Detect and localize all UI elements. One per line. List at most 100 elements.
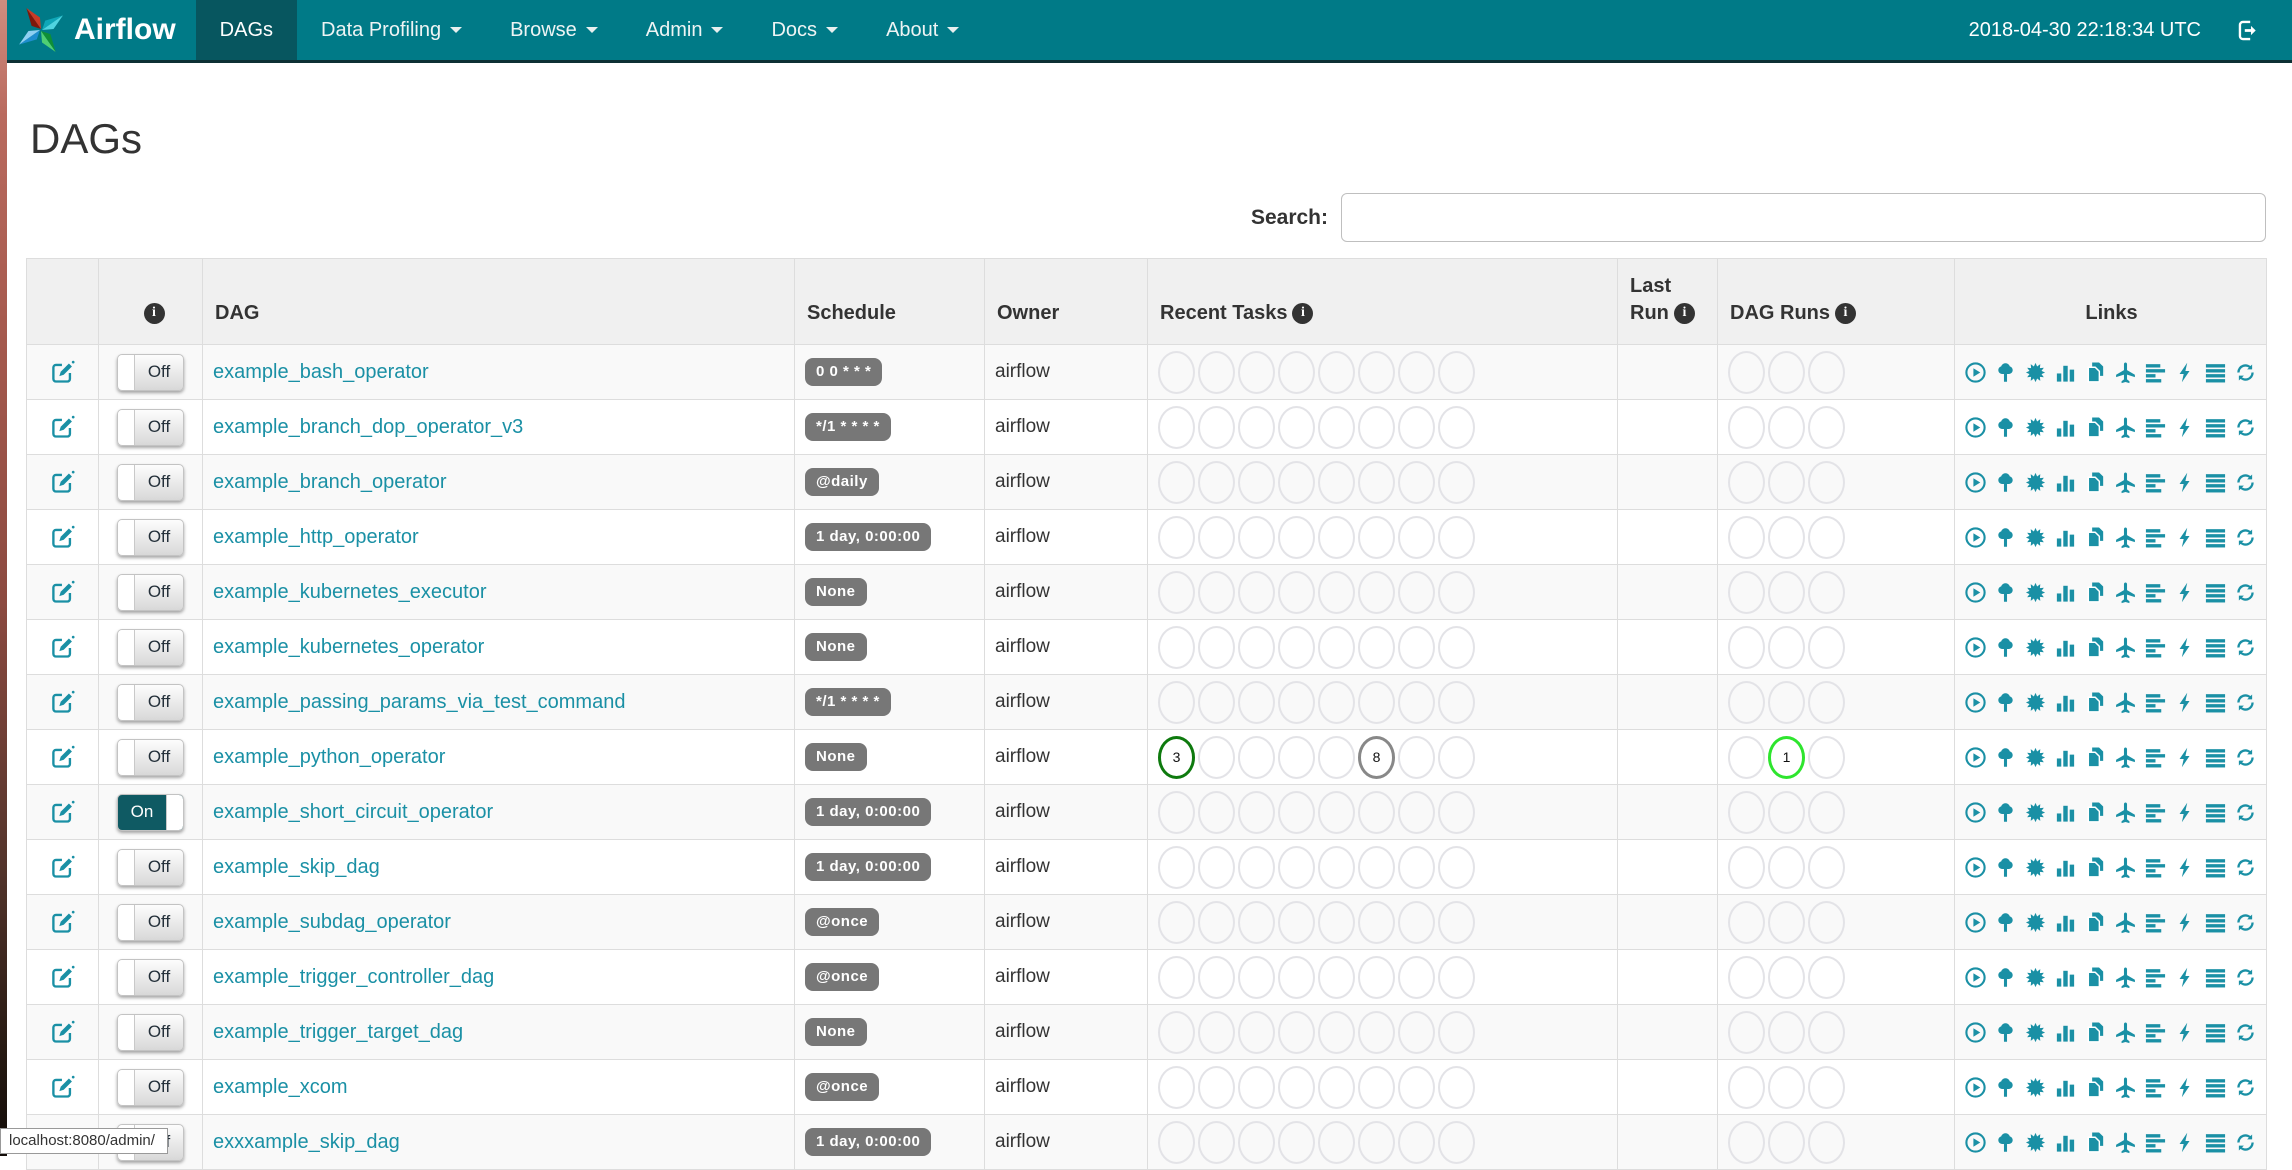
schedule-badge[interactable]: 1 day, 0:00:00 [805, 853, 931, 881]
edit-dag-icon[interactable] [49, 1076, 76, 1097]
trigger-dag-icon[interactable] [1964, 581, 1987, 604]
task-duration-icon[interactable] [2054, 856, 2077, 879]
task-duration-icon[interactable] [2054, 746, 2077, 769]
task-tries-icon[interactable] [2084, 526, 2107, 549]
gantt-icon[interactable] [2144, 856, 2167, 879]
task-tries-icon[interactable] [2084, 416, 2107, 439]
task-duration-icon[interactable] [2054, 801, 2077, 824]
refresh-icon[interactable] [2234, 1021, 2257, 1044]
schedule-badge[interactable]: @once [805, 963, 879, 991]
schedule-badge[interactable]: 0 0 * * * [805, 358, 882, 386]
refresh-icon[interactable] [2234, 1131, 2257, 1154]
gantt-icon[interactable] [2144, 581, 2167, 604]
refresh-icon[interactable] [2234, 1076, 2257, 1099]
code-view-icon[interactable] [2174, 1021, 2197, 1044]
schedule-badge[interactable]: @daily [805, 468, 879, 496]
dag-link[interactable]: example_branch_operator [213, 471, 447, 493]
logs-icon[interactable] [2204, 911, 2227, 934]
gantt-icon[interactable] [2144, 1021, 2167, 1044]
edit-dag-icon[interactable] [49, 526, 76, 547]
gantt-icon[interactable] [2144, 471, 2167, 494]
task-duration-icon[interactable] [2054, 966, 2077, 989]
logs-icon[interactable] [2204, 526, 2227, 549]
recent-task-count-circle[interactable]: 3 [1158, 736, 1195, 779]
task-tries-icon[interactable] [2084, 691, 2107, 714]
task-duration-icon[interactable] [2054, 471, 2077, 494]
trigger-dag-icon[interactable] [1964, 416, 1987, 439]
landing-times-icon[interactable] [2114, 966, 2137, 989]
task-tries-icon[interactable] [2084, 581, 2107, 604]
code-view-icon[interactable] [2174, 1076, 2197, 1099]
tree-view-icon[interactable] [1994, 746, 2017, 769]
graph-view-icon[interactable] [2024, 746, 2047, 769]
tree-view-icon[interactable] [1994, 801, 2017, 824]
logs-icon[interactable] [2204, 361, 2227, 384]
landing-times-icon[interactable] [2114, 581, 2137, 604]
dag-link[interactable]: example_subdag_operator [213, 911, 451, 933]
dag-pause-toggle[interactable]: Off [117, 684, 184, 721]
tree-view-icon[interactable] [1994, 911, 2017, 934]
dag-pause-toggle[interactable]: Off [117, 1069, 184, 1106]
gantt-icon[interactable] [2144, 636, 2167, 659]
code-view-icon[interactable] [2174, 856, 2197, 879]
landing-times-icon[interactable] [2114, 911, 2137, 934]
recent-task-count-circle[interactable]: 8 [1358, 736, 1395, 779]
nav-item-about[interactable]: About [862, 0, 983, 60]
code-view-icon[interactable] [2174, 746, 2197, 769]
gantt-icon[interactable] [2144, 746, 2167, 769]
gantt-icon[interactable] [2144, 361, 2167, 384]
logs-icon[interactable] [2204, 966, 2227, 989]
schedule-badge[interactable]: None [805, 578, 867, 606]
task-duration-icon[interactable] [2054, 691, 2077, 714]
refresh-icon[interactable] [2234, 691, 2257, 714]
refresh-icon[interactable] [2234, 801, 2257, 824]
dag-pause-toggle[interactable]: Off [117, 574, 184, 611]
dag-pause-toggle[interactable]: On [117, 794, 184, 831]
logs-icon[interactable] [2204, 1021, 2227, 1044]
task-duration-icon[interactable] [2054, 581, 2077, 604]
logs-icon[interactable] [2204, 1076, 2227, 1099]
task-duration-icon[interactable] [2054, 416, 2077, 439]
landing-times-icon[interactable] [2114, 746, 2137, 769]
task-duration-icon[interactable] [2054, 526, 2077, 549]
code-view-icon[interactable] [2174, 526, 2197, 549]
schedule-badge[interactable]: None [805, 743, 867, 771]
task-tries-icon[interactable] [2084, 911, 2107, 934]
landing-times-icon[interactable] [2114, 471, 2137, 494]
tree-view-icon[interactable] [1994, 416, 2017, 439]
code-view-icon[interactable] [2174, 911, 2197, 934]
graph-view-icon[interactable] [2024, 801, 2047, 824]
code-view-icon[interactable] [2174, 801, 2197, 824]
dag-link[interactable]: example_passing_params_via_test_command [213, 691, 625, 713]
dag-link[interactable]: example_skip_dag [213, 856, 380, 878]
code-view-icon[interactable] [2174, 581, 2197, 604]
refresh-icon[interactable] [2234, 581, 2257, 604]
edit-dag-icon[interactable] [49, 966, 76, 987]
logs-icon[interactable] [2204, 581, 2227, 604]
trigger-dag-icon[interactable] [1964, 636, 1987, 659]
logs-icon[interactable] [2204, 1131, 2227, 1154]
graph-view-icon[interactable] [2024, 1076, 2047, 1099]
task-duration-icon[interactable] [2054, 1021, 2077, 1044]
dag-link[interactable]: example_trigger_target_dag [213, 1021, 463, 1043]
nav-item-admin[interactable]: Admin [622, 0, 748, 60]
edit-dag-icon[interactable] [49, 856, 76, 877]
schedule-badge[interactable]: @once [805, 1073, 879, 1101]
trigger-dag-icon[interactable] [1964, 911, 1987, 934]
edit-dag-icon[interactable] [49, 416, 76, 437]
gantt-icon[interactable] [2144, 911, 2167, 934]
task-tries-icon[interactable] [2084, 471, 2107, 494]
graph-view-icon[interactable] [2024, 416, 2047, 439]
tree-view-icon[interactable] [1994, 636, 2017, 659]
edit-dag-icon[interactable] [49, 911, 76, 932]
nav-item-browse[interactable]: Browse [486, 0, 622, 60]
gantt-icon[interactable] [2144, 801, 2167, 824]
edit-dag-icon[interactable] [49, 1021, 76, 1042]
dag-pause-toggle[interactable]: Off [117, 464, 184, 501]
task-duration-icon[interactable] [2054, 1131, 2077, 1154]
graph-view-icon[interactable] [2024, 691, 2047, 714]
landing-times-icon[interactable] [2114, 801, 2137, 824]
graph-view-icon[interactable] [2024, 581, 2047, 604]
trigger-dag-icon[interactable] [1964, 526, 1987, 549]
dag-pause-toggle[interactable]: Off [117, 629, 184, 666]
